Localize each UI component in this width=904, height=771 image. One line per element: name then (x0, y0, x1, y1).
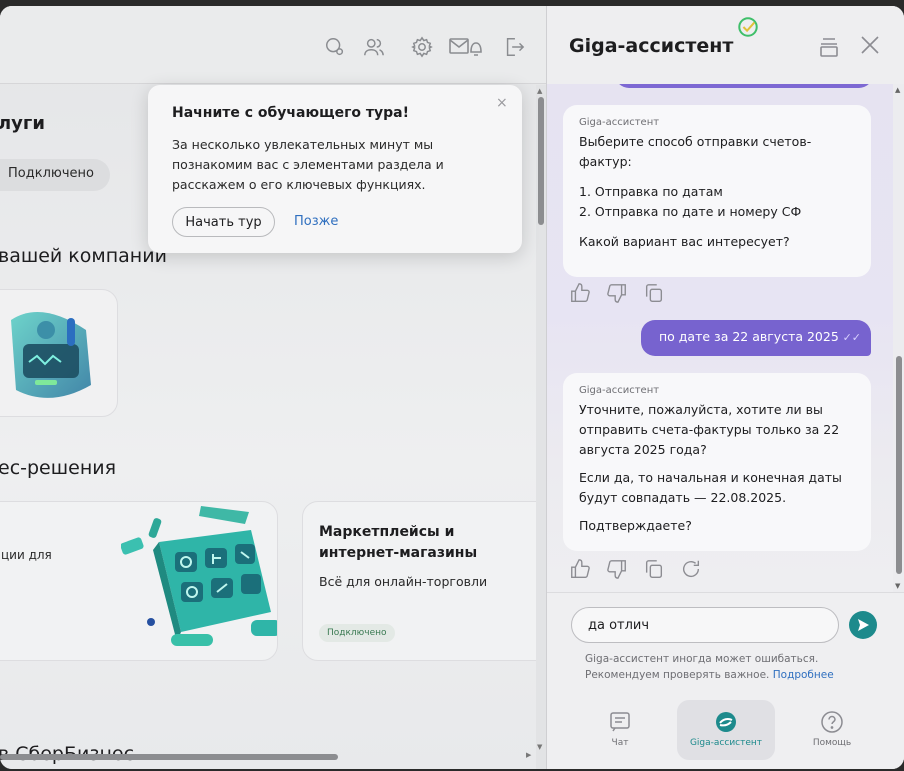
later-link[interactable]: Позже (294, 214, 338, 229)
minimize-panel-icon[interactable] (819, 36, 839, 58)
main-horizontal-scrollbar[interactable]: ▶ (0, 751, 536, 762)
message-paragraph: Если да, то начальная и конечная даты бу… (579, 470, 842, 505)
giga-logo-icon (716, 712, 736, 732)
marketplace-subtitle: Всё для онлайн-торговли (319, 574, 488, 589)
scroll-up-arrow-icon[interactable]: ▲ (895, 86, 900, 94)
tour-popover: Начните с обучающего тура! × За нескольк… (148, 85, 522, 253)
message-sender: Giga-ассистент (579, 385, 660, 396)
chat-scrollbar[interactable]: ▲ ▼ (893, 84, 904, 592)
marketplace-card[interactable]: Маркетплейсы и интернет-магазины Всё для… (302, 501, 540, 661)
app-window: луги Подключено вашей компании ес-решени… (0, 6, 904, 769)
previous-user-message (615, 84, 873, 88)
assistant-title: Giga-ассистент (569, 35, 734, 57)
nav-chat-label: Чат (611, 738, 629, 748)
message-paragraph: Уточните, пожалуйста, хотите ли вы отпра… (579, 402, 840, 457)
thumbs-down-icon[interactable] (606, 558, 628, 580)
user-message: по дате за 22 августа 2025 ✓✓ (641, 320, 871, 356)
assistant-message: Giga-ассистент Уточните, пожалуйста, хот… (563, 373, 871, 551)
thumbs-up-icon[interactable] (569, 558, 591, 580)
scroll-right-arrow-icon[interactable]: ▶ (526, 751, 531, 759)
regenerate-icon[interactable] (680, 558, 702, 580)
message-input[interactable] (571, 607, 839, 643)
scroll-thumb[interactable] (538, 97, 544, 225)
marketplace-status-badge: Подключено (319, 624, 395, 642)
users-icon[interactable] (361, 36, 387, 58)
learn-more-link[interactable]: Подробнее (773, 669, 834, 681)
nav-giga-label: Giga-ассистент (689, 738, 763, 748)
nav-help[interactable]: Помощь (783, 700, 881, 760)
glass-tech-illustration-icon (11, 312, 91, 398)
company-card[interactable] (0, 289, 118, 417)
user-message-text: по дате за 22 августа 2025 (659, 329, 839, 344)
mail-bell-icon[interactable] (448, 36, 482, 58)
company-heading: вашей компании (0, 245, 167, 267)
assistant-header: Giga-ассистент (547, 6, 904, 84)
chat-icon (610, 712, 630, 732)
horizontal-scroll-thumb[interactable] (0, 754, 338, 760)
copy-icon[interactable] (643, 282, 665, 304)
bottom-navigation: Чат Giga-ассистент Помощь (547, 692, 904, 769)
thumbs-up-icon[interactable] (569, 282, 591, 304)
start-tour-button[interactable]: Начать тур (172, 207, 275, 237)
top-toolbar (0, 6, 546, 84)
scroll-down-arrow-icon[interactable]: ▼ (895, 582, 900, 590)
message-reactions (569, 558, 712, 580)
message-composer: Giga-ассистент иногда может ошибаться. Р… (547, 592, 904, 692)
sber-logo-icon (738, 17, 758, 37)
glass-keypad-illustration-icon (121, 506, 277, 646)
gear-icon[interactable] (409, 36, 435, 58)
message-paragraph: 1. Отправка по датам 2. Отправка по дате… (579, 184, 802, 219)
services-heading: луги (0, 113, 45, 134)
tour-description: За несколько увлекательных минут мы позн… (172, 137, 444, 192)
business-solutions-heading: ес-решения (0, 457, 117, 479)
scroll-up-arrow-icon[interactable]: ▲ (537, 87, 542, 95)
marketplace-title: Маркетплейсы и интернет-магазины (319, 524, 478, 561)
disclaimer: Giga-ассистент иногда может ошибаться. Р… (585, 651, 875, 683)
close-panel-icon[interactable] (859, 34, 881, 56)
nav-help-label: Помощь (812, 738, 852, 748)
chat-scroll-thumb[interactable] (896, 356, 902, 574)
main-vertical-scrollbar[interactable]: ▲ ▼ (536, 85, 546, 769)
logout-icon[interactable] (501, 36, 527, 58)
nav-giga-assistant[interactable]: Giga-ассистент (677, 700, 775, 760)
message-paragraph: Какой вариант вас интересует? (579, 234, 790, 249)
connected-status-pill[interactable]: Подключено (0, 159, 110, 191)
copy-icon[interactable] (643, 558, 665, 580)
tour-title: Начните с обучающего тура! (172, 105, 409, 121)
close-icon[interactable]: × (496, 95, 508, 111)
message-paragraph: Выберите способ отправки счетов-фактур: (579, 134, 812, 169)
assistant-message: Giga-ассистент Выберите способ отправки … (563, 105, 871, 277)
assistant-panel: Giga-ассистент Giga-ассистент Выберите с… (546, 6, 904, 769)
message-paragraph: Подтверждаете? (579, 518, 692, 533)
solution-card-text: ции для (1, 548, 52, 562)
solution-card[interactable]: ции для (0, 501, 278, 661)
chat-history: Giga-ассистент Выберите способ отправки … (547, 84, 893, 592)
send-arrow-icon (858, 619, 869, 631)
message-sender: Giga-ассистент (579, 117, 660, 128)
scroll-down-arrow-icon[interactable]: ▼ (537, 743, 542, 751)
send-button[interactable] (849, 611, 877, 639)
settings-search-icon[interactable] (322, 36, 348, 58)
help-icon (821, 711, 843, 733)
nav-chat[interactable]: Чат (571, 700, 669, 760)
thumbs-down-icon[interactable] (606, 282, 628, 304)
read-checkmarks-icon: ✓✓ (842, 331, 861, 344)
main-content: луги Подключено вашей компании ес-решени… (0, 6, 546, 769)
message-reactions (569, 282, 675, 304)
